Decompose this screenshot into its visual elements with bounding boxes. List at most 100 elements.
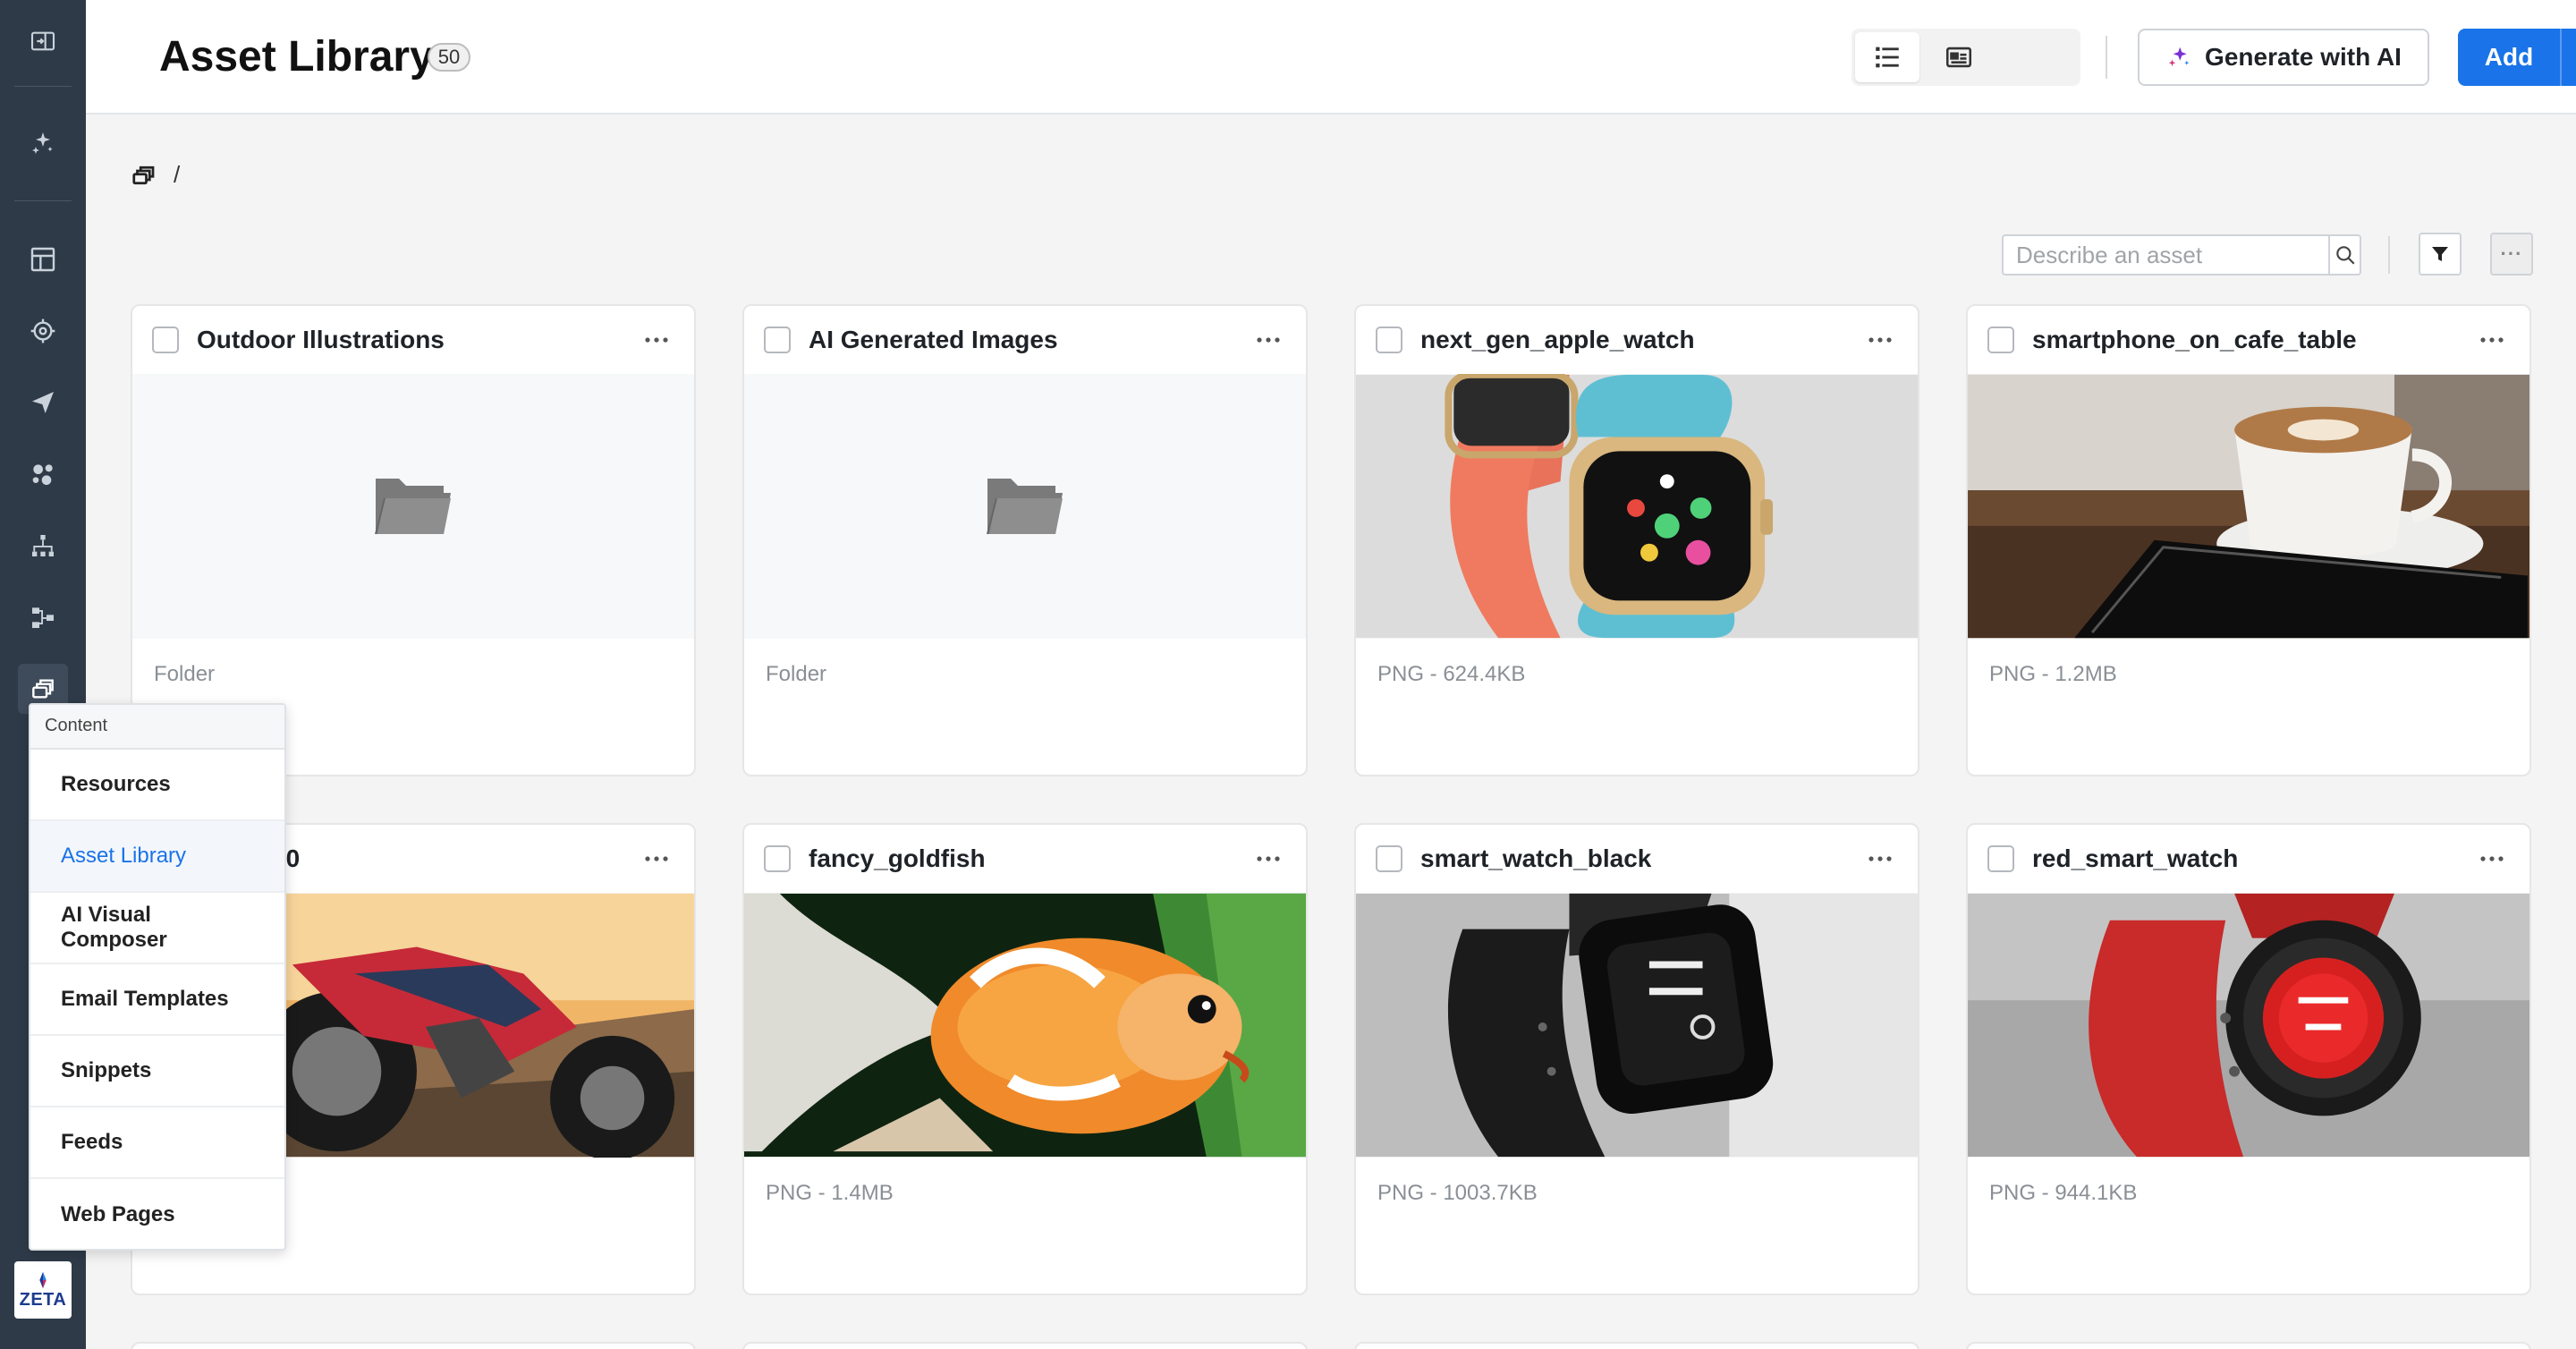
select-checkbox[interactable] [764,845,791,872]
card-menu-button[interactable] [1250,845,1286,872]
asset-meta: Folder [154,662,216,686]
folder-icon [984,471,1066,542]
watch-image [1356,374,1918,639]
card-menu-button[interactable] [2474,327,2510,353]
menu-item-snippets[interactable]: Snippets [30,1036,284,1107]
card-menu-button[interactable] [2474,845,2510,872]
asset-card[interactable] [1966,1342,2531,1349]
asset-card[interactable]: smartphone_on_cafe_table PNG - 1.2MB [1966,304,2531,776]
workflow-icon[interactable] [25,599,61,635]
card-header: next_gen_apple_watch [1356,306,1918,374]
generate-with-ai-button[interactable]: Generate with AI [2138,29,2429,86]
more-options-button[interactable]: ··· [2490,233,2533,276]
asset-card[interactable]: smart_watch_black PNG - 1003.7KB [1354,823,1919,1295]
asset-preview [1968,374,2529,639]
card-menu-button[interactable] [639,845,674,872]
menu-item-email-templates[interactable]: Email Templates [30,964,284,1036]
asset-meta: PNG - 944.1KB [1989,1181,2138,1205]
asset-meta: PNG - 1003.7KB [1377,1181,1538,1205]
asset-meta: PNG - 1.4MB [766,1181,894,1205]
rail-divider [14,200,72,201]
generate-with-ai-label: Generate with AI [2205,43,2402,71]
page-title: Asset Library [159,33,434,81]
asset-name: smart_watch_black [1420,844,1652,872]
search-icon [2335,246,2355,265]
asset-card[interactable] [131,1342,696,1349]
filter-button[interactable] [2419,233,2462,276]
select-checkbox[interactable] [1376,327,1402,353]
zeta-logo[interactable]: ZETA [14,1261,72,1319]
select-checkbox[interactable] [152,327,179,353]
asset-name: smartphone_on_cafe_table [2032,326,2357,353]
card-menu-button[interactable] [1250,327,1286,353]
asset-name: fancy_goldfish [809,844,986,872]
list-view-icon [1876,47,1899,68]
asset-card[interactable]: red_smart_watch PNG - 944.1KB [1966,823,2531,1295]
ellipsis-icon [2480,856,2504,861]
search-button[interactable] [2328,236,2360,274]
goldfish-image [744,893,1306,1158]
asset-meta: PNG - 624.4KB [1377,662,1526,686]
send-icon[interactable] [25,385,61,420]
menu-item-ai-visual-composer[interactable]: AI Visual Composer [30,893,284,964]
asset-card[interactable]: fancy_goldfish PNG - 1.4MB [742,823,1308,1295]
hierarchy-icon[interactable] [25,528,61,564]
asset-name: Outdoor Illustrations [197,326,445,353]
breadcrumb-separator: / [174,161,181,188]
folder-icon [372,471,454,542]
asset-preview [1356,893,1918,1158]
menu-item-asset-library[interactable]: Asset Library [30,821,284,893]
add-button[interactable]: Add [2458,29,2562,86]
ellipsis-icon [1868,337,1892,343]
asset-preview [1356,374,1918,639]
asset-card[interactable] [1354,1342,1919,1349]
card-header: red_smart_watch [1968,825,2529,893]
menu-item-resources[interactable]: Resources [30,750,284,821]
asset-card[interactable]: next_gen_apple_watch PNG - 624.4KB [1354,304,1919,776]
rail-divider [14,86,72,87]
asset-name: AI Generated Images [809,326,1058,353]
page-header: Asset Library 50 Generate with AI Add [86,0,2576,115]
asset-preview [132,374,694,639]
card-header: smart_watch_black [1356,825,1918,893]
card-menu-button[interactable] [1862,327,1898,353]
menu-item-feeds[interactable]: Feeds [30,1107,284,1179]
content-root-icon[interactable] [131,162,157,189]
ai-sparkle-icon [2168,47,2190,66]
ellipsis-icon [1257,856,1280,861]
add-dropdown-button[interactable] [2562,29,2576,86]
audience-icon[interactable] [25,456,61,492]
ai-sparkle-icon[interactable] [25,125,61,161]
list-view-button[interactable] [1855,32,1919,82]
card-header: fancy_goldfish [744,825,1306,893]
select-checkbox[interactable] [1987,327,2014,353]
asset-card[interactable] [742,1342,1308,1349]
asset-grid-next-row [131,1342,2533,1349]
select-checkbox[interactable] [764,327,791,353]
zeta-logo-mark [39,1271,47,1288]
asset-meta: Folder [766,662,827,686]
search-input[interactable] [2004,236,2328,274]
content-flyout-menu: Content Resources Asset Library AI Visua… [29,703,286,1251]
select-checkbox[interactable] [1987,845,2014,872]
ellipsis-icon [1257,337,1280,343]
dashboard-icon[interactable] [25,242,61,277]
menu-item-web-pages[interactable]: Web Pages [30,1179,284,1251]
asset-name: next_gen_apple_watch [1420,326,1695,353]
breadcrumb: / [131,161,180,189]
black-watch-image [1356,893,1918,1158]
asset-grid: Outdoor Illustrations Folder AI Generate… [131,304,2533,1295]
asset-card[interactable]: AI Generated Images Folder [742,304,1308,776]
target-icon[interactable] [25,313,61,349]
expand-sidebar-icon[interactable] [25,23,61,59]
header-divider [2106,36,2107,79]
select-checkbox[interactable] [1376,845,1402,872]
asset-preview [744,893,1306,1158]
asset-preview [744,374,1306,639]
card-menu-button[interactable] [639,327,674,353]
card-view-icon [1945,47,1972,68]
asset-name: red_smart_watch [2032,844,2239,872]
card-view-button[interactable] [1927,32,1991,82]
asset-meta: PNG - 1.2MB [1989,662,2117,686]
card-menu-button[interactable] [1862,845,1898,872]
